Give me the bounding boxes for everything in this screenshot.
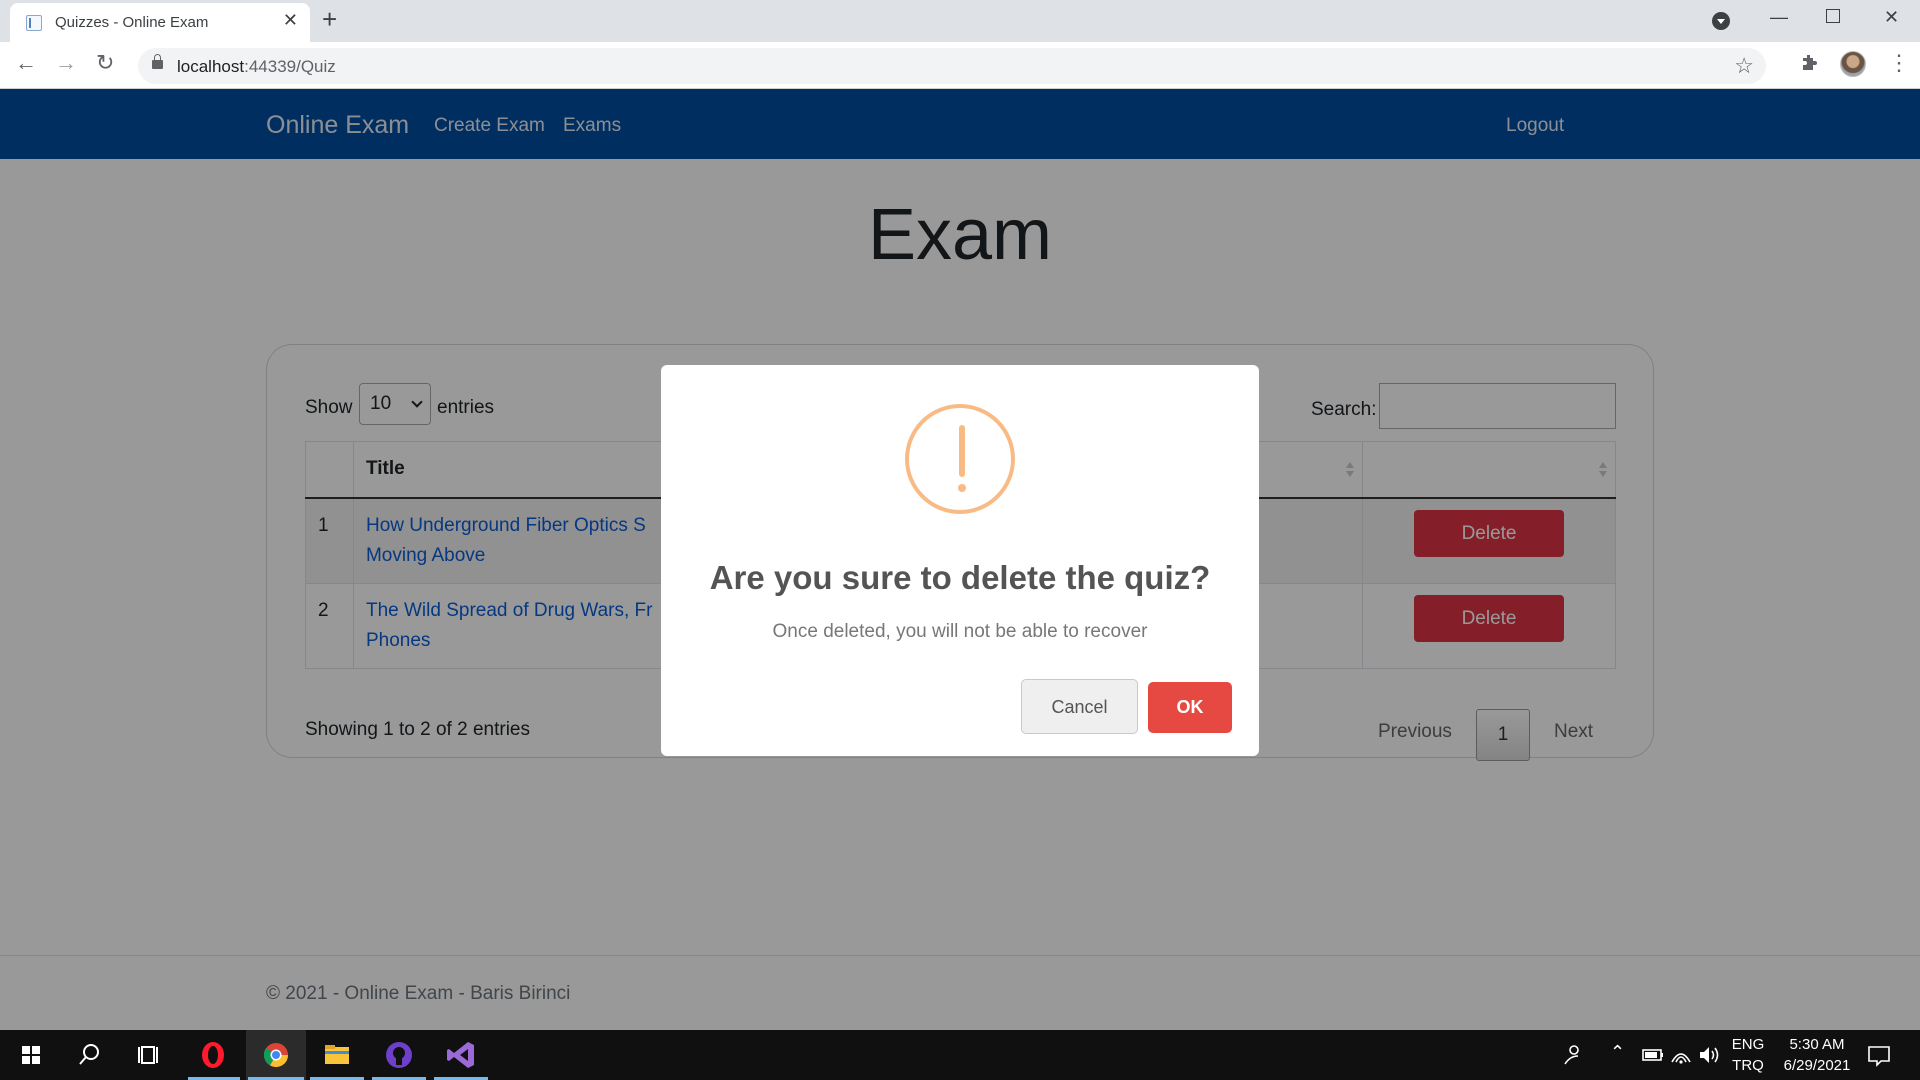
browser-menu-icon[interactable]: ⋮ (1888, 52, 1910, 74)
windows-taskbar: ⌃ ENG TRQ 5:30 AM 6/29/2021 (0, 1030, 1920, 1080)
tab-close-icon[interactable]: ✕ (283, 11, 298, 29)
url-field[interactable]: localhost:44339/Quiz ☆ (138, 48, 1766, 84)
warning-icon-bar (959, 425, 965, 477)
tray-chevron-up-icon[interactable]: ⌃ (1610, 1042, 1625, 1063)
people-icon[interactable] (1556, 1038, 1590, 1072)
dialog-text: Once deleted, you will not be able to re… (772, 621, 1148, 642)
warning-icon-dot (958, 484, 966, 492)
url-path: :44339/Quiz (244, 57, 336, 76)
chrome-icon[interactable] (259, 1038, 293, 1072)
back-icon[interactable]: ← (15, 52, 37, 74)
extensions-icon[interactable] (1800, 53, 1820, 73)
volume-icon[interactable] (1692, 1038, 1726, 1072)
clock-date[interactable]: 6/29/2021 (1772, 1057, 1862, 1074)
task-view-icon[interactable] (132, 1038, 166, 1072)
language-code[interactable]: ENG (1729, 1036, 1767, 1053)
browser-tab[interactable]: Quizzes - Online Exam ✕ (10, 3, 310, 42)
browser-tab-strip: Quizzes - Online Exam ✕ + — ✕ (0, 0, 1920, 42)
url-text: localhost:44339/Quiz (177, 57, 336, 77)
tab-title: Quizzes - Online Exam (55, 14, 209, 31)
forward-icon[interactable]: → (55, 52, 77, 74)
restore-icon[interactable] (1826, 9, 1840, 23)
profile-avatar[interactable] (1840, 51, 1866, 77)
bookmark-star-icon[interactable]: ☆ (1734, 53, 1754, 79)
notification-icon[interactable] (1862, 1038, 1896, 1072)
confirm-delete-dialog: Are you sure to delete the quiz? Once de… (661, 365, 1259, 756)
cancel-button[interactable]: Cancel (1021, 679, 1138, 734)
warning-icon (905, 404, 1015, 514)
start-icon[interactable] (14, 1038, 48, 1072)
close-window-icon[interactable]: ✕ (1884, 8, 1899, 26)
keyboard-layout[interactable]: TRQ (1729, 1057, 1767, 1074)
new-tab-icon[interactable]: + (322, 6, 337, 32)
visual-studio-icon[interactable] (444, 1038, 478, 1072)
search-icon[interactable] (72, 1038, 106, 1072)
ok-button[interactable]: OK (1148, 682, 1232, 733)
lock-icon[interactable] (152, 54, 163, 69)
tab-search-icon[interactable] (1712, 12, 1730, 30)
address-bar: ← → ↻ localhost:44339/Quiz ☆ (0, 42, 1920, 89)
github-desktop-icon[interactable] (382, 1038, 416, 1072)
dialog-title: Are you sure to delete the quiz? (709, 559, 1211, 596)
page-favicon-icon (26, 15, 42, 31)
file-explorer-icon[interactable] (320, 1038, 354, 1072)
minimize-icon[interactable]: — (1770, 8, 1788, 26)
url-host: localhost (177, 57, 245, 76)
clock-time[interactable]: 5:30 AM (1772, 1036, 1862, 1053)
opera-icon[interactable] (196, 1038, 230, 1072)
reload-icon[interactable]: ↻ (96, 52, 114, 74)
